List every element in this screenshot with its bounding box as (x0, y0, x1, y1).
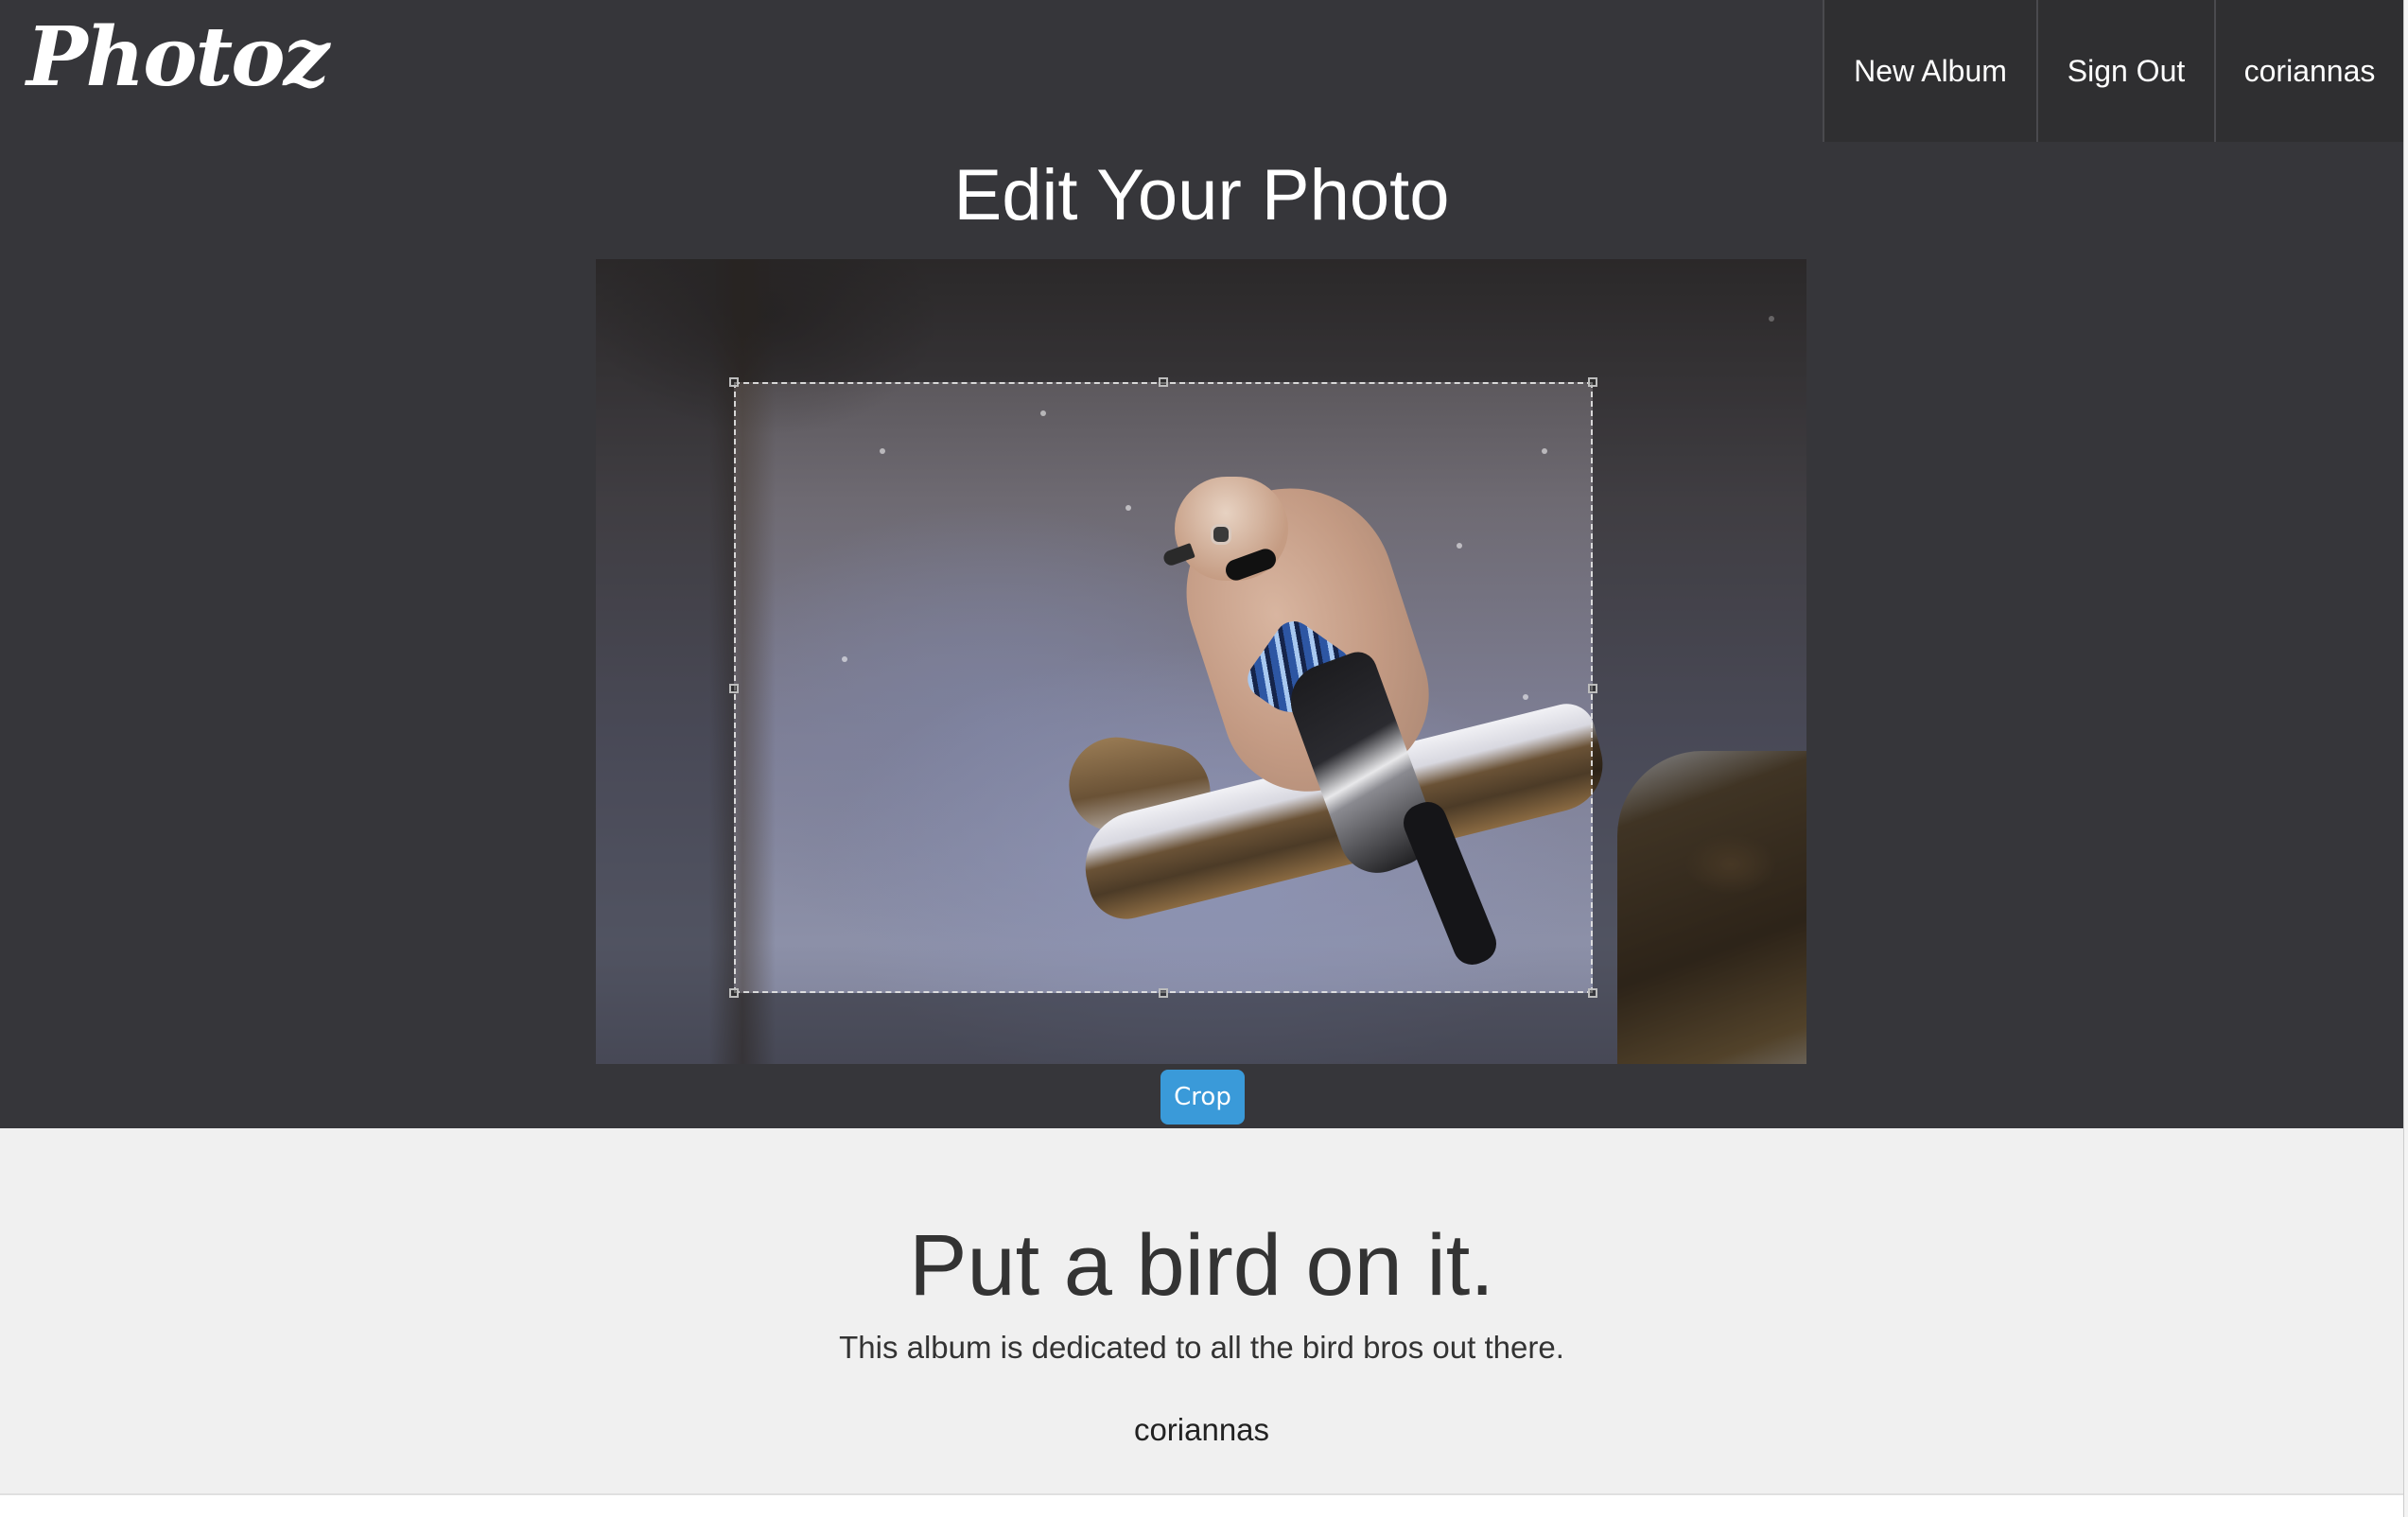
crop-handle-left[interactable] (729, 684, 739, 693)
crop-mask-right (1593, 382, 1806, 993)
crop-selection[interactable] (729, 377, 1597, 998)
album-owner-link[interactable]: coriannas (0, 1412, 2403, 1448)
logo[interactable]: Photoz (26, 17, 329, 98)
nav-menu: New Album Sign Out coriannas (1823, 0, 2403, 142)
new-album-link[interactable]: New Album (1823, 0, 2036, 142)
scrollbar[interactable] (2403, 0, 2408, 1517)
crop-handle-bottom[interactable] (1159, 988, 1168, 998)
crop-handle-top-left[interactable] (729, 377, 739, 387)
crop-handle-top[interactable] (1159, 377, 1168, 387)
page-title: Edit Your Photo (953, 155, 1450, 235)
crop-button[interactable]: Crop (1160, 1070, 1245, 1125)
album-info: Put a bird on it. This album is dedicate… (0, 1128, 2403, 1495)
username-link[interactable]: coriannas (2214, 0, 2403, 142)
crop-handle-right[interactable] (1588, 684, 1597, 693)
sign-out-link[interactable]: Sign Out (2036, 0, 2214, 142)
crop-mask-left (596, 382, 734, 993)
crop-handle-top-right[interactable] (1588, 377, 1597, 387)
album-title: Put a bird on it. (909, 1217, 1494, 1314)
top-navbar: Photoz New Album Sign Out coriannas (0, 0, 2403, 142)
photo-crop-area[interactable] (596, 259, 1806, 1064)
editor-background: Photoz New Album Sign Out coriannas Edit… (0, 0, 2403, 1128)
crop-handle-bottom-left[interactable] (729, 988, 739, 998)
crop-handle-bottom-right[interactable] (1588, 988, 1597, 998)
crop-mask-top (596, 259, 1806, 382)
crop-mask-bottom (596, 993, 1806, 1064)
album-description: This album is dedicated to all the bird … (839, 1330, 1564, 1365)
